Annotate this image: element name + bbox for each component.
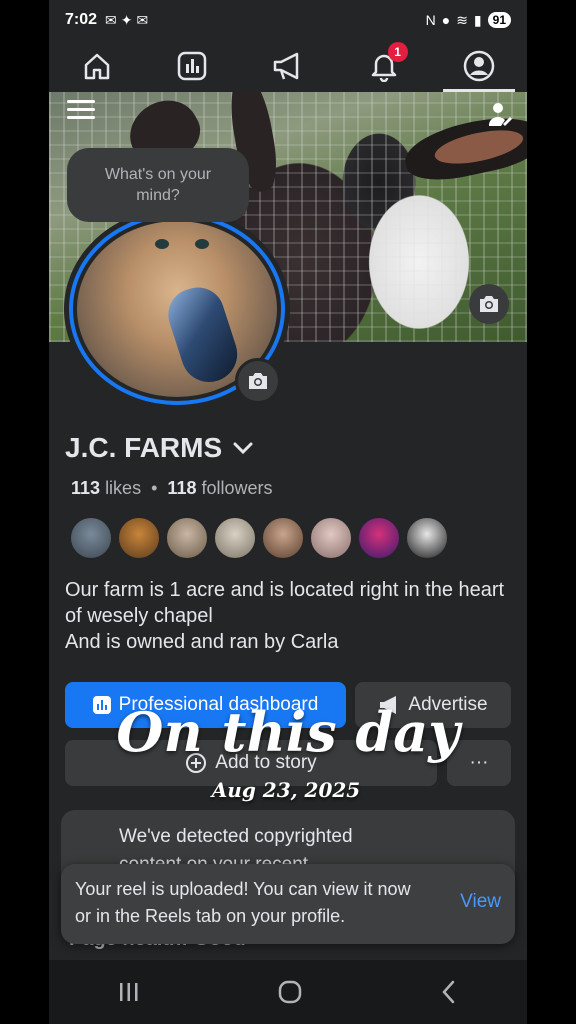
follower-avatar[interactable] — [261, 516, 305, 560]
follower-avatar[interactable] — [309, 516, 353, 560]
home-button-icon[interactable] — [277, 979, 303, 1005]
status-bar: 7:02 ✉ ✦ ✉ N ● ≋ ▮ 91 — [49, 0, 527, 40]
more-icon: ··· — [469, 752, 489, 773]
professional-dashboard-label: Professional dashboard — [118, 694, 319, 715]
edit-profile-picture-button[interactable] — [235, 358, 281, 404]
message-icon: ✉ — [136, 11, 149, 28]
location-icon: ● — [441, 12, 451, 28]
follower-avatar[interactable] — [213, 516, 257, 560]
home-icon — [84, 53, 110, 80]
status-notification-icons: ✉ ✦ ✉ — [105, 12, 148, 29]
nav-profile[interactable] — [443, 40, 516, 92]
follower-avatar[interactable] — [117, 516, 161, 560]
nfc-icon: N — [425, 12, 436, 28]
nav-home[interactable] — [67, 40, 127, 92]
composer-bubble[interactable]: What's on your mind? — [67, 148, 249, 222]
followers-count: 118 — [167, 478, 197, 498]
add-to-story-button[interactable]: Add to story — [65, 740, 437, 786]
follower-avatar[interactable] — [405, 516, 449, 560]
professional-dashboard-button[interactable]: Professional dashboard — [65, 682, 346, 728]
kitten-eye — [155, 239, 169, 249]
kitten-eye — [195, 239, 209, 249]
page-stats[interactable]: 113 likes • 118 followers — [71, 478, 273, 499]
camera-icon — [480, 296, 498, 312]
follower-avatar[interactable] — [357, 516, 401, 560]
nav-notifications[interactable]: 1 — [354, 40, 414, 92]
phone-screen: 7:02 ✉ ✦ ✉ N ● ≋ ▮ 91 1 What's on your m… — [49, 0, 527, 1024]
follower-avatar[interactable] — [69, 516, 113, 560]
top-navigation: 1 — [49, 40, 527, 92]
stats-separator: • — [146, 478, 163, 498]
notification-badge: 1 — [387, 42, 408, 62]
insights-icon — [178, 51, 207, 81]
copyright-notice-line: We've detected copyrighted — [119, 826, 353, 847]
signal-icon: ▮ — [473, 11, 482, 28]
insights-icon — [92, 696, 111, 714]
back-icon[interactable] — [439, 979, 459, 1005]
chevron-down-icon — [233, 442, 253, 455]
menu-icon[interactable] — [67, 100, 95, 124]
page-name-text: J.C. FARMS — [65, 432, 223, 463]
likes-count: 113 — [71, 478, 101, 498]
edit-cover-photo-button[interactable] — [469, 284, 509, 324]
nav-ads[interactable] — [258, 40, 318, 92]
megaphone-icon — [273, 52, 299, 80]
nav-insights[interactable] — [162, 40, 222, 92]
follower-avatar[interactable] — [165, 516, 209, 560]
advertise-button[interactable]: Advertise — [355, 682, 511, 728]
system-navigation-bar — [49, 960, 527, 1024]
app-notification-icon: ✦ — [120, 11, 133, 28]
likes-label: likes — [105, 478, 142, 498]
gmail-icon: ✉ — [105, 11, 117, 28]
profile-icon — [463, 50, 495, 82]
follower-avatars[interactable] — [69, 516, 449, 560]
bio-line: And is owned and ran by Carla — [65, 631, 339, 653]
status-time: 7:02 — [65, 11, 98, 28]
reel-uploaded-toast: Your reel is uploaded! You can view it n… — [61, 864, 515, 944]
status-right: N ● ≋ ▮ 91 — [426, 12, 511, 29]
page-bio: Our farm is 1 acre and is located right … — [65, 577, 515, 655]
page-name[interactable]: J.C. FARMS — [65, 432, 254, 464]
camera-icon — [249, 373, 267, 389]
advertise-label: Advertise — [408, 694, 488, 715]
wifi-icon: ≋ — [456, 11, 468, 28]
switch-profile-icon[interactable] — [487, 100, 513, 128]
battery-indicator: 91 — [487, 12, 511, 28]
add-to-story-label: Add to story — [215, 752, 317, 773]
computer-mouse-image — [161, 280, 245, 390]
recent-apps-icon[interactable] — [117, 981, 141, 1003]
bio-line: Our farm is 1 acre and is located right … — [65, 579, 505, 627]
followers-label: followers — [201, 478, 273, 498]
reel-uploaded-message: Your reel is uploaded! You can view it n… — [75, 879, 411, 926]
plus-circle-icon — [186, 753, 207, 773]
megaphone-icon — [380, 696, 397, 714]
more-options-button[interactable]: ··· — [447, 740, 511, 786]
view-reel-button[interactable]: View — [460, 891, 501, 913]
